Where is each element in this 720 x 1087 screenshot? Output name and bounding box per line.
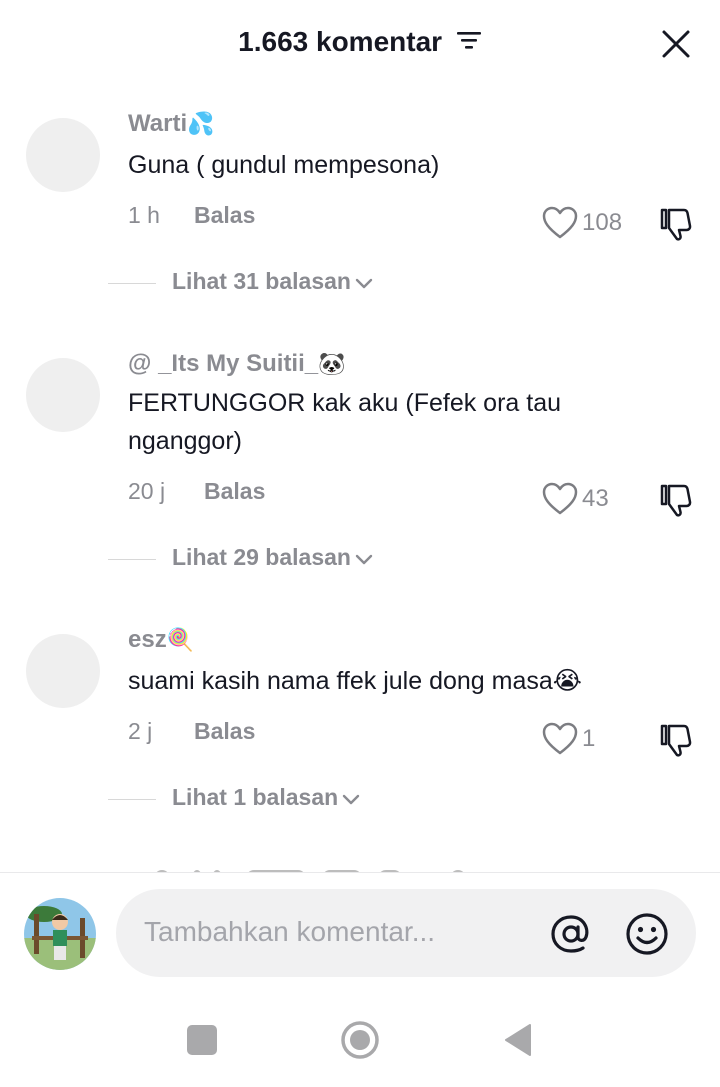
triangle-back-icon[interactable] — [503, 1022, 533, 1058]
heart-icon — [542, 722, 578, 755]
comment-list[interactable]: Warti💦 Guna ( gundul mempesona) 1 h Bala… — [0, 88, 720, 872]
comment-item: @ _Its My Suitii_🐼 FERTUNGGOR kak aku (F… — [0, 324, 720, 600]
dislike-icon[interactable] — [658, 482, 694, 518]
avatar[interactable] — [26, 358, 100, 432]
chevron-down-icon — [342, 784, 360, 811]
like-button[interactable]: 108 — [542, 206, 622, 240]
lollipop-emoji: 🍭 — [166, 627, 195, 652]
view-replies-button[interactable]: Lihat 31 balasan — [0, 268, 720, 298]
dislike-icon[interactable] — [658, 722, 694, 758]
square-icon[interactable] — [187, 1025, 217, 1055]
view-replies-label: Lihat 1 balasan — [172, 784, 339, 810]
comment-text: FERTUNGGOR kak aku (Fefek ora tau ngangg… — [128, 389, 561, 455]
comment-input[interactable]: Tambahkan komentar... — [116, 889, 696, 977]
reply-button[interactable]: Balas — [194, 718, 255, 745]
sweat-droplets-emoji: 💦 — [187, 111, 215, 136]
comment-time: 1 h — [128, 202, 160, 228]
reply-button[interactable]: Balas — [194, 202, 255, 229]
comment-time: 20 j — [128, 478, 166, 504]
comment-item: esz🍭 suami kasih nama ffek jule dong mas… — [0, 600, 720, 836]
view-replies-label: Lihat 31 balasan — [172, 268, 351, 294]
at-sign-icon[interactable] — [548, 911, 594, 957]
comment-text: suami kasih nama ffek jule dong masa😭 — [128, 667, 582, 695]
smiley-icon[interactable] — [624, 911, 670, 957]
comment-item: Warti💦 Guna ( gundul mempesona) 1 h Bala… — [0, 88, 720, 324]
chevron-down-icon — [355, 544, 373, 571]
dislike-icon[interactable] — [658, 206, 694, 242]
comments-title: 1.663 komentar — [0, 26, 720, 58]
avatar[interactable] — [26, 634, 100, 708]
comment-username[interactable]: esz🍭 — [128, 626, 194, 654]
comment-input-placeholder: Tambahkan komentar... — [144, 916, 436, 947]
close-icon[interactable] — [656, 24, 696, 64]
comment-text: Guna ( gundul mempesona) — [128, 151, 440, 179]
view-replies-button[interactable]: Lihat 1 balasan — [0, 784, 720, 814]
comment-username[interactable]: @ _Its My Suitii_🐼 — [128, 350, 346, 378]
panda-emoji: 🐼 — [318, 351, 346, 376]
heart-icon — [542, 206, 578, 239]
divider-line — [108, 559, 156, 560]
like-button[interactable]: 43 — [542, 482, 609, 516]
like-button[interactable]: 1 — [542, 722, 595, 756]
like-count: 43 — [582, 485, 609, 512]
filter-icon[interactable] — [456, 26, 482, 58]
view-replies-button[interactable]: Lihat 29 balasan — [0, 544, 720, 574]
comment-username[interactable]: Warti💦 — [128, 110, 215, 138]
comments-header: 1.663 komentar — [0, 0, 720, 88]
divider-line — [108, 799, 156, 800]
user-avatar[interactable] — [24, 898, 96, 970]
avatar[interactable] — [26, 118, 100, 192]
comment-time: 2 j — [128, 718, 153, 744]
view-replies-label: Lihat 29 balasan — [172, 544, 351, 570]
comment-count-label: 1.663 komentar — [238, 26, 443, 57]
heart-icon — [542, 482, 578, 515]
like-count: 108 — [582, 209, 623, 236]
chevron-down-icon — [355, 268, 373, 295]
circle-icon[interactable] — [340, 1020, 380, 1060]
divider-line — [108, 283, 156, 284]
reply-button[interactable]: Balas — [204, 478, 265, 505]
like-count: 1 — [582, 725, 596, 752]
